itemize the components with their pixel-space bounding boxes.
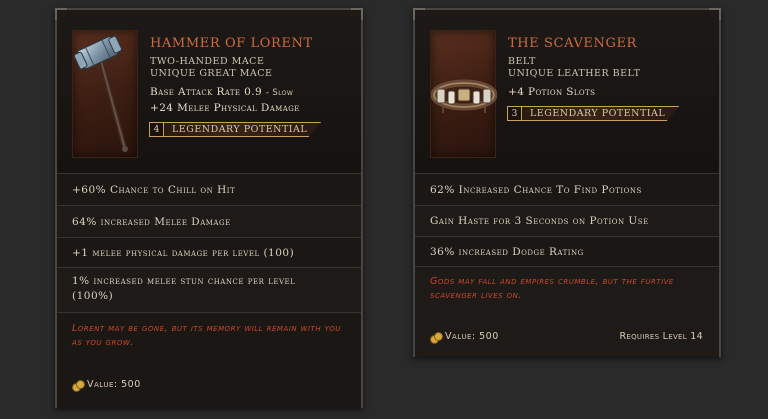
item-type: Two-Handed Mace	[150, 56, 265, 67]
lore-text: Gods may fall and empires crumble, but t…	[430, 276, 674, 301]
value-text: Value: 500	[445, 331, 499, 342]
item-type: Belt	[508, 56, 536, 67]
gold-coin-icon	[72, 379, 85, 392]
affix-row: 64% increased Melee Damage	[57, 205, 361, 237]
item-value: Value: 500	[430, 331, 499, 344]
gold-coin-icon	[430, 331, 443, 344]
item-name: The Scavenger	[508, 36, 637, 51]
implicit-stat: +24 Melee Physical Damage	[150, 102, 300, 114]
base-attack-rate: Base Attack Rate 0.9 - Slow	[150, 86, 293, 98]
affix-row: +1 melee physical damage per level (100)	[57, 237, 361, 267]
item-header: Hammer of Lorent Two-Handed Mace Unique …	[57, 10, 361, 173]
level-requirement: Requires Level 14	[619, 331, 703, 342]
affix-row: 62% Increased Chance To Find Potions	[415, 173, 719, 205]
value-text: Value: 500	[87, 379, 141, 390]
base-attack-value: 0.9	[244, 86, 263, 98]
affix-row: Gain Haste for 3 Seconds on Potion Use	[415, 205, 719, 236]
base-attack-label: Base Attack Rate	[150, 86, 241, 98]
item-rarity: Unique Leather Belt	[508, 68, 641, 79]
item-value: Value: 500	[72, 379, 141, 392]
belt-icon	[430, 79, 498, 113]
legendary-potential-value: 3	[507, 106, 522, 121]
item-rarity: Unique Great Mace	[150, 68, 273, 79]
item-name: Hammer of Lorent	[150, 36, 313, 51]
legendary-potential-label: Legendary Potential	[164, 122, 322, 137]
hammer-icon	[73, 35, 128, 152]
item-tooltip-the-scavenger: The Scavenger Belt Unique Leather Belt +…	[413, 8, 721, 357]
legendary-potential-badge: 4 Legendary Potential	[149, 122, 322, 137]
legendary-potential-value: 4	[149, 122, 164, 137]
legendary-potential-badge: 3 Legendary Potential	[507, 106, 680, 121]
lore-section: Lorent may be gone, but its memory will …	[57, 312, 361, 408]
lore-section: Gods may fall and empires crumble, but t…	[415, 266, 719, 357]
item-portrait	[72, 30, 138, 158]
item-tooltip-hammer-of-lorent: Hammer of Lorent Two-Handed Mace Unique …	[55, 8, 363, 408]
base-attack-speed: - Slow	[265, 88, 294, 98]
item-header: The Scavenger Belt Unique Leather Belt +…	[415, 10, 719, 173]
affix-row: 36% increased Dodge Rating	[415, 236, 719, 266]
affix-row: +60% Chance to Chill on Hit	[57, 173, 361, 205]
lore-text: Lorent may be gone, but its memory will …	[72, 323, 341, 348]
legendary-potential-label: Legendary Potential	[522, 106, 680, 121]
implicit-stat: +4 Potion Slots	[508, 86, 596, 98]
affix-row: 1% increased melee stun chance per level…	[57, 267, 361, 312]
item-portrait	[430, 30, 498, 158]
